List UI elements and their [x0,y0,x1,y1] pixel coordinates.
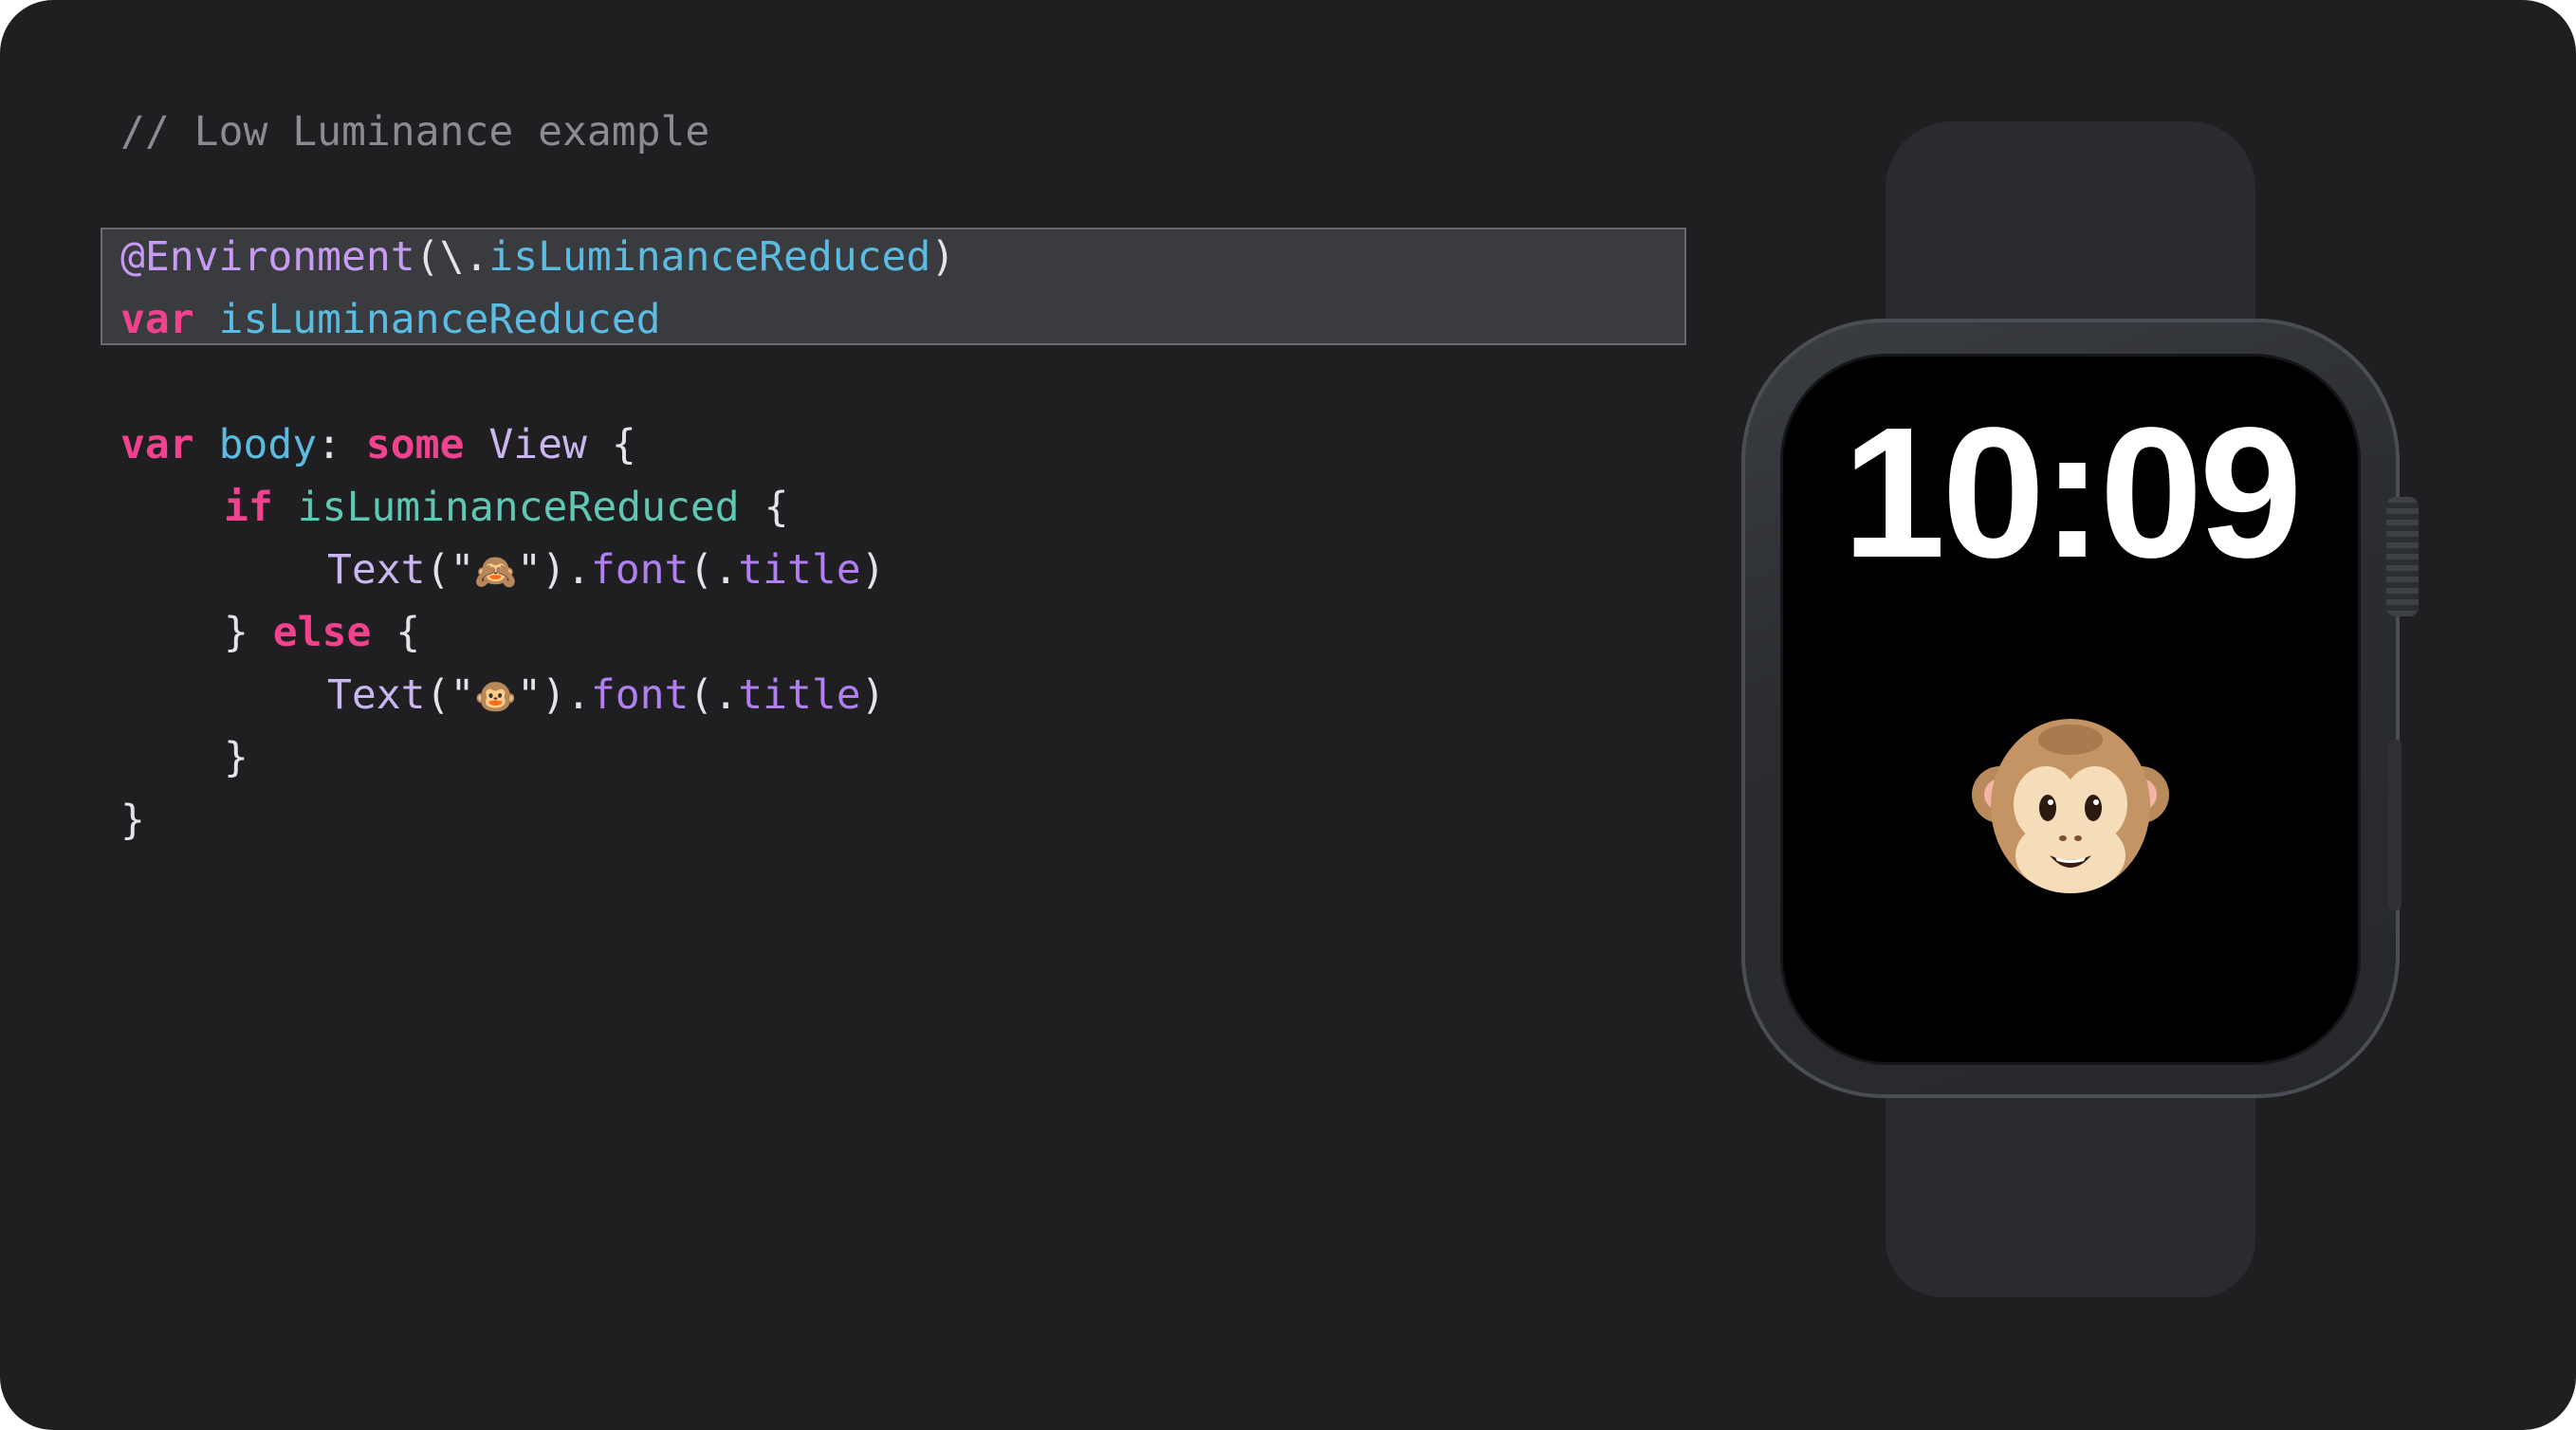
code-type: Text [327,546,426,594]
code-punct: "). [517,671,591,719]
code-punct: ) [930,233,956,281]
code-line-text-monkey-face: Text("🐵").font(.title) [327,664,886,726]
monkey-face-icon [1972,719,2169,893]
digital-crown [2386,497,2419,616]
code-punct: } [224,609,248,656]
code-line-close-if: } [224,726,248,789]
code-identifier: isLuminanceReduced [488,233,931,281]
code-argument: title [738,546,861,594]
code-line-close-body: } [120,789,145,852]
code-punct: (" [425,671,475,719]
code-punct: (. [689,546,739,594]
code-identifier: body [218,421,318,468]
code-punct: } [224,734,248,781]
code-keyword: var [120,421,194,468]
code-line-else: } else { [224,601,420,664]
code-punct: (\. [414,233,489,281]
code-function: font [590,671,690,719]
code-line-environment: @Environment(\.isLuminanceReduced) [120,226,955,288]
code-punct: { [611,421,636,468]
code-keyword: if [224,484,273,531]
code-keyword: var [120,296,194,343]
see-no-evil-monkey-emoji: 🙈 [474,553,518,592]
code-line-body: var body: some View { [120,413,636,476]
code-punct: "). [517,546,591,594]
code-comment: // Low Luminance example [120,108,710,156]
code-punct: { [396,609,421,656]
code-line-text-see-no-evil: Text("🙈").font(.title) [327,539,886,601]
monkey-face-emoji: 🐵 [474,678,518,717]
code-punct: ) [860,546,886,594]
watch-side-button [2388,740,2401,910]
code-line-if: if isLuminanceReduced { [224,476,788,539]
code-type: Text [327,671,426,719]
code-punct: (. [689,671,739,719]
watch-time: 10:09 [1842,389,2302,596]
code-identifier: isLuminanceReduced [297,484,740,531]
code-attribute: @Environment [120,233,415,281]
code-punct: { [764,484,789,531]
code-punct: (" [425,546,475,594]
code-argument: title [738,671,861,719]
code-identifier: isLuminanceReduced [218,296,661,343]
code-line-var-declaration: var isLuminanceReduced [120,288,661,351]
code-punct: } [120,797,145,844]
slide-frame: // Low Luminance example @Environment(\.… [0,0,2576,1430]
watch-screen: 10:09 [1783,357,2358,1062]
code-type: View [488,421,587,468]
code-punct: ) [860,671,886,719]
code-function: font [590,546,690,594]
code-panel: // Low Luminance example @Environment(\.… [0,0,1707,1430]
code-keyword: else [272,609,372,656]
code-keyword: some [365,421,465,468]
code-punct: : [317,421,342,468]
